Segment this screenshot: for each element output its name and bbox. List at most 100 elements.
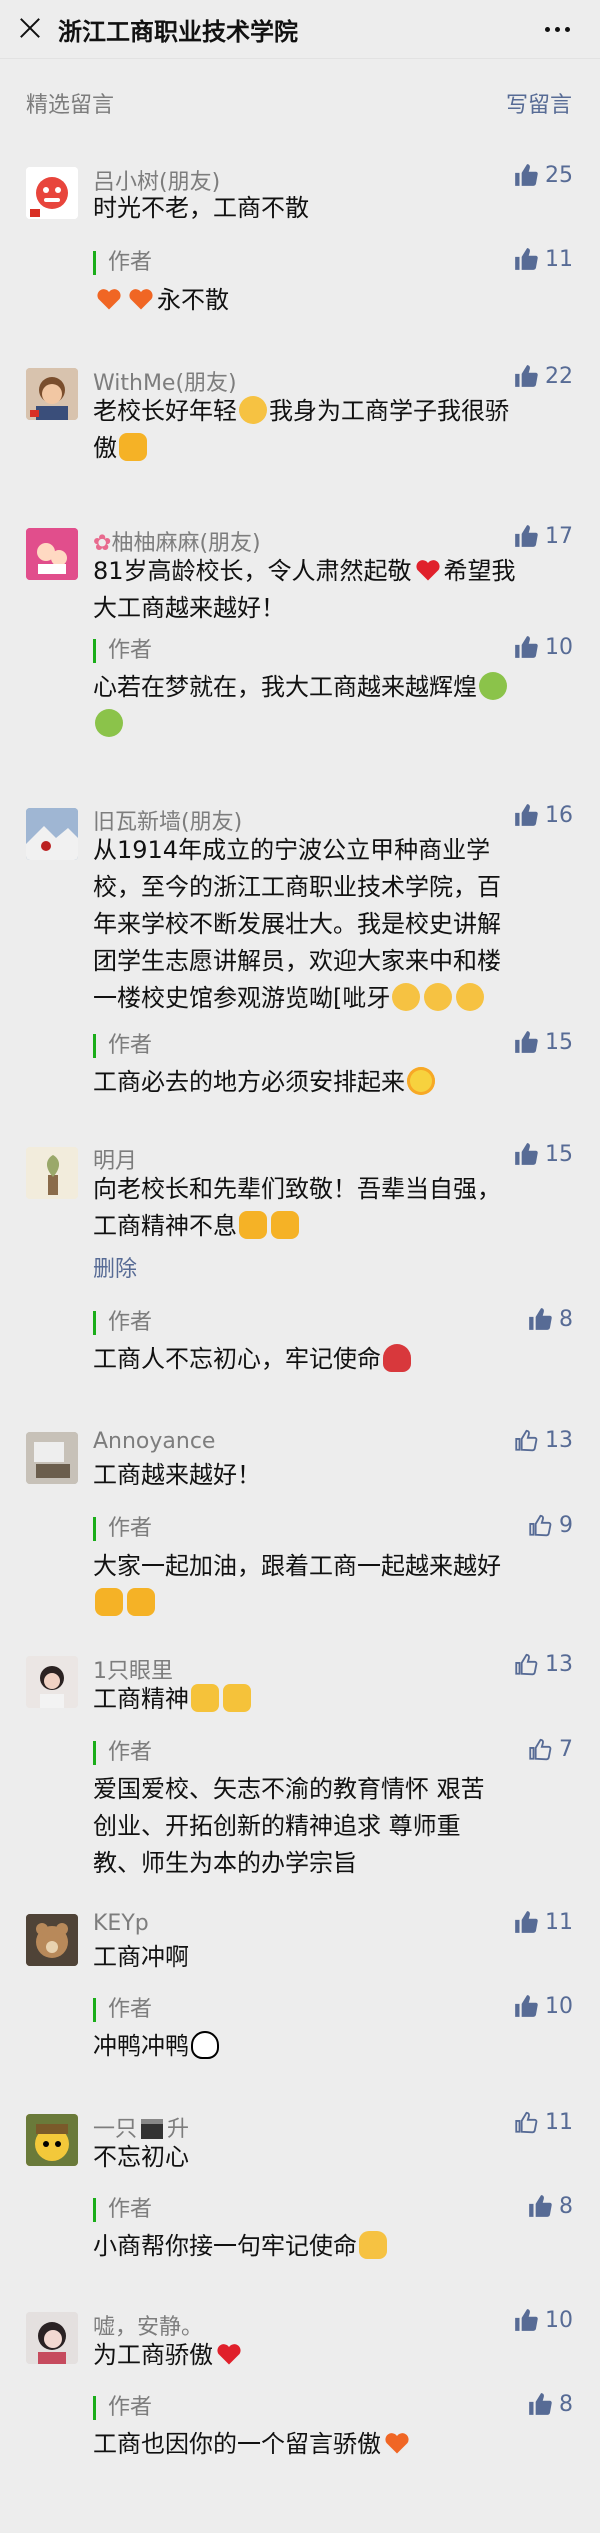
reply-like-button[interactable]: 8	[527, 2391, 573, 2417]
avatar[interactable]	[26, 368, 78, 420]
reply-like-button[interactable]: 9	[527, 1512, 573, 1538]
like-button[interactable]: 13	[513, 1427, 573, 1453]
more-icon[interactable]	[545, 27, 570, 32]
reply-text: 永不散	[93, 282, 573, 319]
reply-like-button[interactable]: 8	[527, 1306, 573, 1332]
comment-text: 不忘初心	[93, 2143, 189, 2171]
thumbs-up-outline-icon	[515, 2111, 538, 2134]
avatar[interactable]	[26, 1147, 78, 1199]
author-reply-label: 作者	[93, 1311, 152, 1335]
comment-text: 工商精神	[93, 1681, 573, 1718]
like-button[interactable]: 15	[513, 1141, 573, 1167]
thumbs-up-icon	[515, 1031, 538, 1053]
smile-emoji-icon	[456, 983, 485, 1011]
reply-like-button[interactable]: 15	[513, 1029, 573, 1055]
like-count: 13	[545, 1651, 573, 1677]
like-count: 9	[559, 1512, 573, 1538]
like-button[interactable]: 22	[513, 363, 573, 389]
like-count: 15	[545, 1141, 573, 1167]
like-count: 8	[559, 2391, 573, 2417]
close-icon[interactable]	[18, 16, 42, 40]
fist-emoji-icon	[127, 1588, 155, 1616]
like-count: 10	[545, 634, 573, 660]
comment-text: 为工商骄傲	[93, 2337, 573, 2374]
thumbs-up-outline-icon	[529, 1738, 552, 1761]
comment-item: WithMe(朋友) 22 老校长好年轻 我身为工商学子我很骄 傲	[0, 343, 600, 503]
comment-item: 1只眼里 13 工商精神 作者 7 爱国爱校、矢志不渝的教育情怀 艰苦 创业、开…	[0, 1630, 600, 1890]
like-count: 7	[559, 1736, 573, 1762]
comment-item: ✿柚柚麻麻(朋友) 17 81岁高龄校长，令人肃然起敬 希望我 大工商越来越好！ …	[0, 503, 600, 778]
clapperboard-icon	[141, 2119, 164, 2139]
write-comment-button[interactable]: 写留言	[506, 87, 572, 119]
like-button[interactable]: 11	[513, 1909, 573, 1935]
thumbs-up-icon	[515, 1995, 538, 2017]
green-emoji-icon	[479, 672, 507, 700]
like-button[interactable]: 16	[513, 802, 573, 828]
thumbs-up-icon	[529, 2393, 552, 2415]
comments-header: 精选留言 写留言	[0, 58, 600, 146]
thumbs-up-icon	[515, 636, 538, 658]
like-count: 22	[545, 363, 573, 389]
like-button[interactable]: 10	[513, 2307, 573, 2333]
reply-text: 心若在梦就在，我大工商越来越辉煌	[93, 669, 573, 743]
thumbs-up-icon	[529, 2195, 552, 2217]
author-reply-label: 作者	[93, 251, 152, 275]
thumbs-up-icon	[515, 164, 538, 186]
like-count: 11	[545, 1909, 573, 1935]
like-count: 16	[545, 802, 573, 828]
author-reply-label: 作者	[93, 2198, 152, 2222]
smile-emoji-icon	[392, 983, 421, 1011]
reply-like-button[interactable]: 11	[513, 246, 573, 272]
comment-text: 81岁高龄校长，令人肃然起敬 希望我 大工商越来越好！	[93, 556, 516, 622]
heart-emoji-icon	[215, 2340, 243, 2368]
avatar[interactable]	[26, 167, 78, 219]
smile-emoji-icon	[239, 396, 267, 424]
comment-text: 时光不老，工商不散	[93, 194, 309, 222]
delete-button[interactable]: 删除	[93, 1251, 137, 1283]
comment-text: 工商越来越好！	[93, 1461, 261, 1489]
reply-text: 爱国爱校、矢志不渝的教育情怀 艰苦 创业、开拓创新的精神追求 尊师重 教、师生为…	[93, 1775, 485, 1877]
like-button[interactable]: 13	[513, 1651, 573, 1677]
reply-like-button[interactable]: 10	[513, 634, 573, 660]
rose-emoji-icon	[383, 1344, 411, 1372]
reply-like-button[interactable]: 10	[513, 1993, 573, 2019]
like-button[interactable]: 11	[513, 2109, 573, 2135]
avatar[interactable]	[26, 2312, 78, 2364]
smile-emoji-icon	[424, 983, 453, 1011]
penguin-emoji-icon	[191, 2031, 219, 2059]
like-count: 10	[545, 1993, 573, 2019]
heart-emoji-icon	[414, 556, 442, 584]
avatar[interactable]	[26, 528, 78, 580]
author-reply-label: 作者	[93, 1741, 152, 1765]
commenter-name: KEYp	[93, 1911, 149, 1936]
fist-emoji-icon	[95, 1588, 123, 1616]
author-reply-label: 作者	[93, 639, 152, 663]
page-title: 浙江工商职业技术学院	[58, 18, 298, 46]
thumbs-up-outline-icon	[515, 1653, 538, 1676]
author-reply-label: 作者	[93, 1034, 152, 1058]
avatar[interactable]	[26, 808, 78, 860]
avatar[interactable]	[26, 2114, 78, 2166]
thumbs-up-icon	[529, 1308, 552, 1330]
avatar[interactable]	[26, 1914, 78, 1966]
author-reply-label: 作者	[93, 2396, 152, 2420]
comment-item: KEYp 11 工商冲啊 作者 10 冲鸭冲鸭	[0, 1890, 600, 2090]
like-count: 11	[545, 2109, 573, 2135]
reply-like-button[interactable]: 7	[527, 1736, 573, 1762]
avatar[interactable]	[26, 1656, 78, 1708]
featured-comments-label: 精选留言	[26, 93, 115, 118]
reply-text: 工商也因你的一个留言骄傲	[93, 2426, 573, 2463]
heart-emoji-icon	[127, 285, 155, 313]
reply-text: 冲鸭冲鸭	[93, 2028, 573, 2065]
comment-item: 吕小树(朋友) 25 时光不老，工商不散 作者 11 永不散	[0, 146, 600, 343]
like-count: 13	[545, 1427, 573, 1453]
reply-like-button[interactable]: 8	[527, 2193, 573, 2219]
thumbs-up-outline-icon	[515, 1429, 538, 1452]
avatar[interactable]	[26, 1432, 78, 1484]
like-button[interactable]: 17	[513, 523, 573, 549]
like-button[interactable]: 25	[513, 162, 573, 188]
thumbs-up-icon	[515, 248, 538, 270]
comment-item: 嘘，安静。 10 为工商骄傲 作者 8 工商也因你的一个留言骄傲	[0, 2288, 600, 2498]
comment-text: 向老校长和先辈们致敬！吾辈当自强， 工商精神不息	[93, 1175, 501, 1240]
comment-item: Annoyance 13 工商越来越好！ 作者 9 大家一起加油，跟着工商一起越…	[0, 1405, 600, 1630]
